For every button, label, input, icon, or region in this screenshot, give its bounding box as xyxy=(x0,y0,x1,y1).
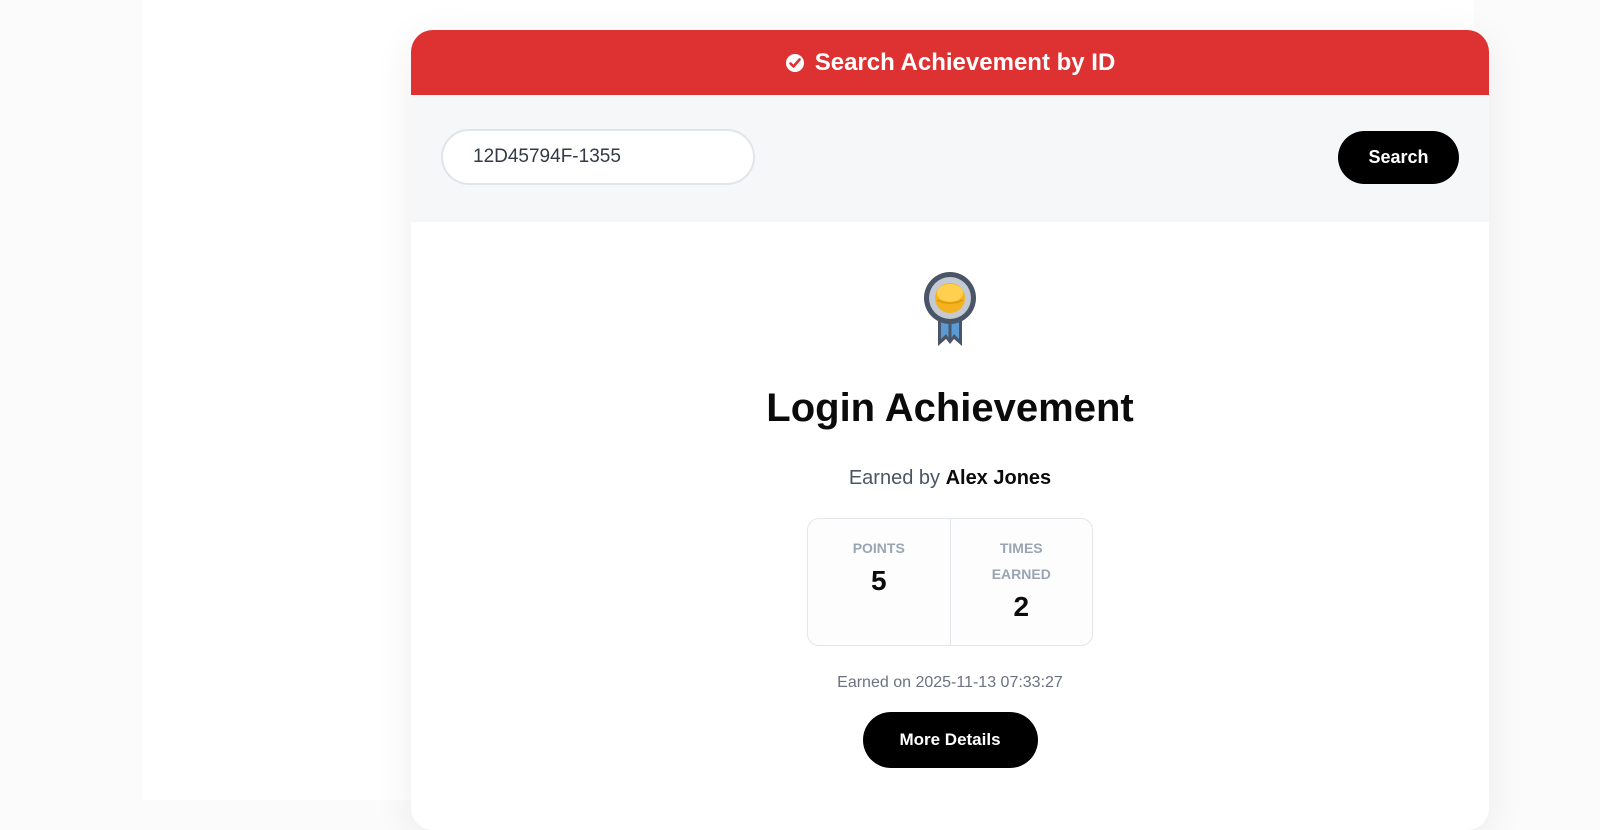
earned-by-name: Alex Jones xyxy=(945,467,1052,489)
card-header: Search Achievement by ID xyxy=(411,30,1489,95)
stat-times-earned: Times Earned 2 xyxy=(949,519,1093,645)
medal-icon xyxy=(924,272,976,346)
stat-value: 2 xyxy=(1013,591,1030,622)
search-bar: Search xyxy=(411,95,1489,222)
achievement-result: Login Achievement Earned by Alex Jones P… xyxy=(411,272,1489,768)
search-button[interactable]: Search xyxy=(1338,131,1459,184)
achievement-id-input[interactable] xyxy=(441,129,755,185)
earned-by-prefix: Earned by xyxy=(848,467,940,489)
achievement-title: Login Achievement xyxy=(766,386,1134,430)
more-details-button[interactable]: More Details xyxy=(862,712,1038,768)
stat-label: Points xyxy=(852,540,905,556)
stat-points: Points 5 xyxy=(808,519,950,645)
header-title: Search Achievement by ID xyxy=(814,48,1116,76)
page-column: Search Achievement by ID Search Login Ac… xyxy=(142,0,1489,830)
stats-box: Points 5 Times Earned 2 xyxy=(807,518,1093,646)
stat-value: 5 xyxy=(870,565,887,596)
earned-by-line: Earned by Alex Jones xyxy=(411,467,1489,490)
stat-label: Times Earned xyxy=(991,540,1051,582)
earned-on-timestamp: Earned on 2025-11-13 07:33:27 xyxy=(837,674,1063,691)
check-badge-icon xyxy=(785,53,804,72)
achievement-search-card: Search Achievement by ID Search Login Ac… xyxy=(411,30,1489,830)
